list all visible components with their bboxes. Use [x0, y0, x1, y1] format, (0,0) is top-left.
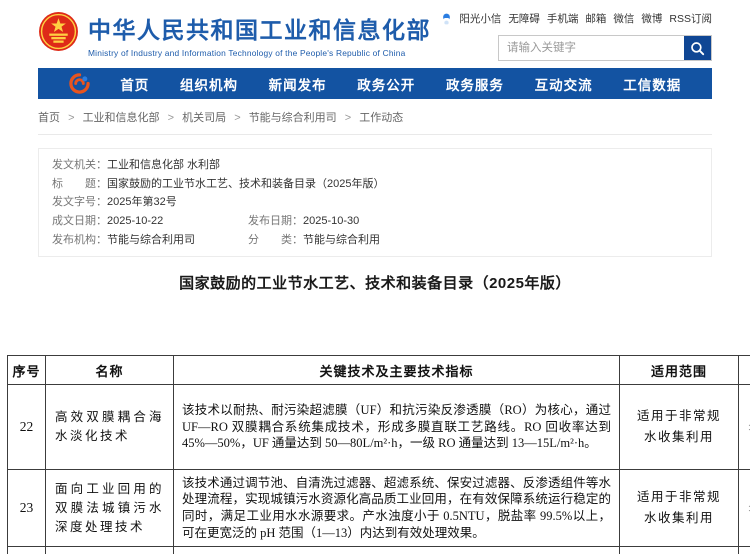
row-tech-indicators: 该技术以耐热、耐污染超滤膜（UF）和抗污染反渗透膜（RO）为核心，通过 UF—R…	[174, 385, 620, 470]
quick-link-rss[interactable]: RSS订阅	[669, 11, 712, 26]
meta-title: 标 题： 国家鼓励的工业节水工艺、技术和装备目录（2025年版）	[52, 175, 384, 194]
row-scope: 适用于非常规水收集利用	[620, 470, 739, 547]
search-icon	[690, 41, 705, 56]
site-title: 中华人民共和国工业和信息化部	[88, 11, 431, 45]
nav-item-home[interactable]: 首页	[120, 74, 149, 94]
quick-link-sunshine-assistant[interactable]: 阳光小信	[459, 11, 501, 26]
row-clipped-fragment: ：	[739, 385, 750, 470]
meta-publish-org: 发布机构： 节能与综合利用司	[52, 231, 248, 250]
quick-link-weibo[interactable]: 微博	[641, 11, 662, 26]
nav-item-organization[interactable]: 组织机构	[180, 74, 238, 94]
breadcrumb-energy-dept[interactable]: 节能与综合利用司	[249, 112, 337, 124]
search-input[interactable]	[499, 36, 684, 60]
nav-item-data[interactable]: 工信数据	[623, 74, 681, 94]
meta-publish-date: 发布日期： 2025-10-30	[248, 212, 359, 231]
nav-item-interaction[interactable]: 互动交流	[535, 74, 593, 94]
meta-written-date: 成文日期： 2025-10-22	[52, 212, 248, 231]
breadcrumb-departments[interactable]: 机关司局	[182, 112, 226, 124]
row-name: 面向工业回用的双膜法城镇污水深度处理技术	[46, 470, 174, 547]
header-quick-links: 阳光小信 无障碍 手机端 邮箱 微信 微博 RSS订阅	[498, 11, 712, 26]
breadcrumb-separator: >	[168, 112, 174, 124]
quick-link-wechat[interactable]: 微信	[613, 11, 634, 26]
quick-link-mail[interactable]: 邮箱	[585, 11, 606, 26]
meta-issuing-agency: 发文机关： 工业和信息化部 水利部	[52, 156, 220, 175]
site-subtitle: Ministry of Industry and Information Tec…	[88, 48, 431, 58]
col-header-name: 名称	[46, 356, 174, 385]
breadcrumb-separator: >	[234, 112, 240, 124]
nav-item-news[interactable]: 新闻发布	[269, 74, 327, 94]
col-header-tech: 关键技术及主要技术指标	[174, 356, 620, 385]
table-row: 23 面向工业回用的双膜法城镇污水深度处理技术 该技术通过调节池、自清洗过滤器、…	[8, 470, 750, 547]
breadcrumb-miit[interactable]: 工业和信息化部	[83, 112, 160, 124]
table-header-row: 序号 名称 关键技术及主要技术指标 适用范围	[8, 356, 750, 385]
quick-link-mobile[interactable]: 手机端	[547, 11, 579, 26]
row-index: 22	[8, 385, 46, 470]
col-header-index: 序号	[8, 356, 46, 385]
row-name: 高效双膜耦合海水淡化技术	[46, 385, 174, 470]
breadcrumb-separator: >	[68, 112, 74, 124]
breadcrumb: 首页 > 工业和信息化部 > 机关司局 > 节能与综合利用司 > 工作动态	[38, 109, 712, 135]
site-brand: 中华人民共和国工业和信息化部 Ministry of Industry and …	[38, 7, 431, 61]
document-title: 国家鼓励的工业节水工艺、技术和装备目录（2025年版）	[38, 272, 712, 293]
nav-item-disclosure[interactable]: 政务公开	[357, 74, 415, 94]
main-nav: 首页 组织机构 新闻发布 政务公开 政务服务 互动交流 工信数据	[38, 68, 712, 99]
catalog-table: 序号 名称 关键技术及主要技术指标 适用范围 22 高效双膜耦合海水淡化技术 该…	[7, 355, 750, 554]
row-index: 23	[8, 470, 46, 547]
miit-logo-icon	[69, 73, 90, 94]
page-viewport: 中华人民共和国工业和信息化部 Ministry of Industry and …	[0, 0, 750, 554]
document-meta-box: 发文机关： 工业和信息化部 水利部 标 题： 国家鼓励的工业节水工艺、技术和装备…	[38, 148, 712, 257]
row-clipped-fragment: ：	[739, 470, 750, 547]
col-header-scope: 适用范围	[620, 356, 739, 385]
national-emblem-icon	[38, 11, 79, 57]
search-bar	[498, 35, 712, 61]
meta-category: 分 类： 节能与综合利用	[248, 231, 380, 250]
search-button[interactable]	[684, 36, 711, 60]
meta-doc-number: 发文字号： 2025年第32号	[52, 193, 177, 212]
nav-item-services[interactable]: 政务服务	[446, 74, 504, 94]
row-scope: 适用于非常规水收集利用	[620, 385, 739, 470]
breadcrumb-home[interactable]: 首页	[38, 112, 60, 124]
row-tech-indicators: 该技术通过调节池、自清洗过滤器、超滤系统、保安过滤器、反渗透组件等水处理流程，实…	[174, 470, 620, 547]
robot-icon	[441, 13, 452, 25]
quick-link-accessibility[interactable]: 无障碍	[508, 11, 540, 26]
table-row: 22 高效双膜耦合海水淡化技术 该技术以耐热、耐污染超滤膜（UF）和抗污染反渗透…	[8, 385, 750, 470]
breadcrumb-separator: >	[345, 112, 351, 124]
breadcrumb-work-dynamics[interactable]: 工作动态	[359, 112, 403, 124]
col-header-clipped	[739, 356, 750, 385]
site-header: 中华人民共和国工业和信息化部 Ministry of Industry and …	[38, 0, 712, 61]
table-row-partial	[8, 547, 750, 554]
